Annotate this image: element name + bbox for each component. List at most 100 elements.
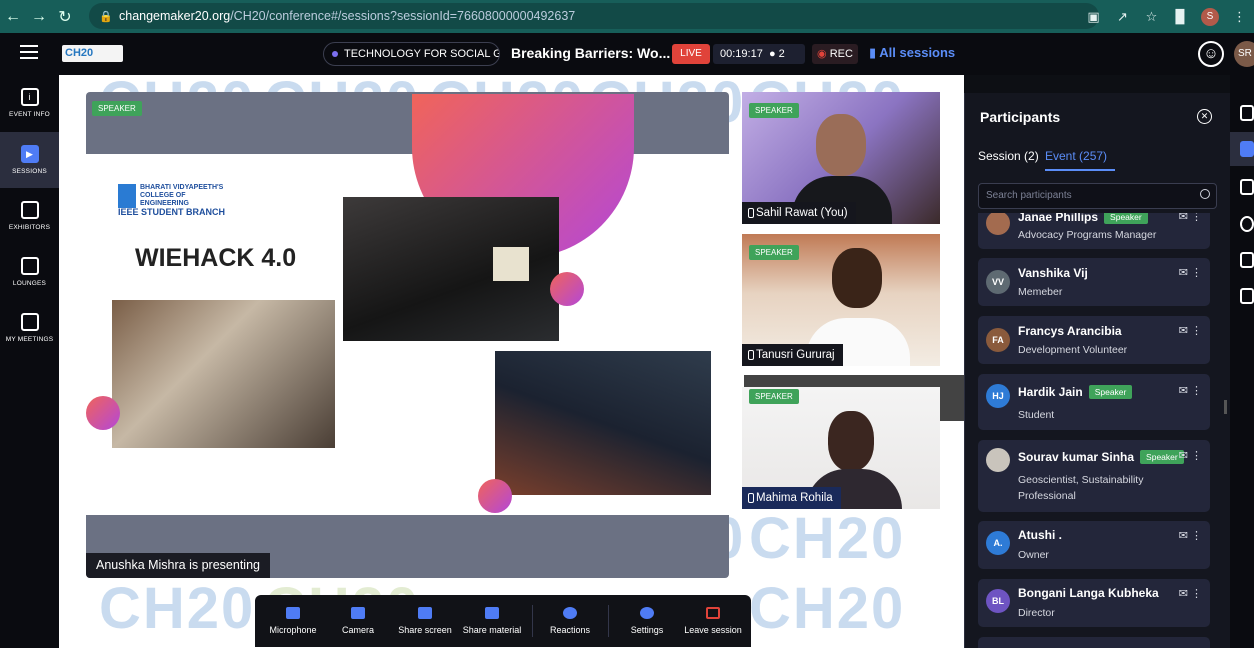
avatar: FA — [986, 328, 1010, 352]
store-icon — [20, 201, 39, 219]
control-label: Share screen — [398, 625, 452, 635]
left-nav: i EVENT INFO ▶ SESSIONS EXHIBITORS LOUNG… — [0, 75, 59, 648]
url-path: /CH20/conference#/sessions?sessionId=766… — [230, 9, 576, 23]
nav-my-meetings[interactable]: MY MEETINGS — [0, 300, 59, 356]
control-label: Reactions — [549, 625, 591, 635]
share-material-button[interactable]: Share material — [461, 595, 523, 647]
share-material-icon — [485, 607, 499, 619]
chat-icon[interactable]: ✉ ⋮ — [1179, 529, 1202, 542]
chat-icon[interactable]: ✉ ⋮ — [1179, 324, 1202, 337]
nav-exhibitors[interactable]: EXHIBITORS — [0, 188, 59, 244]
participant-video — [832, 248, 882, 308]
session-title: Breaking Barriers: Wo... — [511, 45, 671, 61]
smiley-icon — [563, 607, 577, 619]
participant-role: Memeber — [1018, 286, 1063, 298]
tab-event[interactable]: Event (257) — [1045, 149, 1107, 163]
speaker-badge: Speaker — [1088, 385, 1133, 399]
divider — [532, 605, 533, 637]
college-line: IEEE STUDENT BRANCH — [118, 207, 226, 217]
calendar-icon — [20, 313, 39, 331]
play-icon: ▶ — [20, 145, 39, 163]
share-screen-button[interactable]: Share screen — [393, 595, 457, 647]
person-icon[interactable] — [1240, 105, 1254, 121]
chat-icon[interactable] — [1240, 252, 1254, 268]
track-pill[interactable]: TECHNOLOGY FOR SOCIAL GO... — [323, 42, 500, 66]
info-icon: i — [20, 88, 39, 106]
list-item[interactable]: FA Francys Arancibia Development Volunte… — [978, 316, 1210, 364]
speaker-badge: SPEAKER — [749, 103, 799, 118]
search-input[interactable]: Search participants — [978, 183, 1217, 209]
camera-button[interactable]: Camera — [331, 595, 385, 647]
list-item[interactable]: VV Vanshika Vij Memeber ✉ ⋮ — [978, 258, 1210, 306]
chat-icon[interactable]: ✉ ⋮ — [1179, 384, 1202, 397]
participants-panel: Participants ✕ Session (2) Event (257) S… — [964, 93, 1230, 648]
participant-role: Development Volunteer — [1018, 344, 1128, 356]
accessibility-icon[interactable]: ☺ — [1198, 41, 1224, 67]
slide-title: WIEHACK 4.0 — [135, 244, 297, 272]
event-logo: CH20 — [62, 45, 123, 62]
video-tile[interactable]: SPEAKER Sahil Rawat (You) — [742, 92, 940, 224]
scrollbar[interactable] — [1224, 400, 1227, 414]
video-tile[interactable]: SPEAKER Mahima Rohila — [742, 387, 940, 509]
user-avatar[interactable]: SR — [1234, 41, 1254, 67]
participant-name-text: Janae Phillips — [1018, 213, 1099, 224]
question-icon[interactable] — [1240, 216, 1254, 232]
back-icon[interactable]: ← — [0, 0, 26, 33]
forward-icon[interactable]: → — [26, 0, 52, 33]
participant-video — [828, 411, 874, 471]
hamburger-menu-icon[interactable] — [20, 45, 38, 59]
chat-icon[interactable]: ✉ ⋮ — [1179, 587, 1202, 600]
camera-icon — [351, 607, 365, 619]
list-item[interactable] — [978, 637, 1210, 648]
control-label: Camera — [341, 625, 374, 635]
speaker-badge: SPEAKER — [749, 245, 799, 260]
menu-dots-icon[interactable]: ⋮ — [1225, 9, 1254, 25]
participant-name: Bongani Langa Kubheka — [1018, 586, 1159, 600]
address-bar[interactable]: 🔒 changemaker20.org /CH20/conference#/se… — [89, 3, 1099, 29]
nav-label: EXHIBITORS — [8, 224, 51, 231]
settings-button[interactable]: Settings — [617, 595, 677, 647]
bookmark-star-icon[interactable]: ☆ — [1137, 9, 1166, 25]
avatar: BL — [986, 589, 1010, 613]
active-tab-indicator — [1045, 169, 1115, 171]
list-item[interactable]: HJ Hardik Jain Speaker Student ✉ ⋮ — [978, 374, 1210, 430]
tab-session[interactable]: Session (2) — [978, 149, 1039, 163]
chat-icon[interactable]: ✉ ⋮ — [1179, 266, 1202, 279]
browser-toolbar: ← → ↻ 🔒 changemaker20.org /CH20/conferen… — [0, 0, 1254, 33]
participant-name: Hardik Jain Speaker — [1018, 385, 1133, 399]
list-item[interactable]: Sourav kumar Sinha Speaker Geoscientist, … — [978, 440, 1210, 512]
cast-icon[interactable]: ▣ — [1079, 9, 1108, 25]
lock-icon: 🔒 — [99, 10, 113, 23]
list-item[interactable]: Janae Phillips Speaker Advocacy Programs … — [978, 213, 1210, 249]
video-tile[interactable]: SPEAKER Tanusri Gururaj — [742, 234, 940, 366]
reload-icon[interactable]: ↻ — [52, 0, 78, 33]
leave-session-button[interactable]: Leave session — [681, 595, 745, 647]
nav-label: EVENT INFO — [9, 111, 50, 118]
share-icon[interactable]: ↗ — [1108, 9, 1137, 25]
list-item[interactable]: BL Bongani Langa Kubheka Director ✉ ⋮ — [978, 579, 1210, 627]
list-item[interactable]: A. Atushi . Owner ✉ ⋮ — [978, 521, 1210, 569]
all-sessions-link[interactable]: ▮ All sessions — [869, 45, 955, 61]
microphone-button[interactable]: Microphone — [263, 595, 323, 647]
nav-event-info[interactable]: i EVENT INFO — [0, 75, 59, 131]
close-icon[interactable]: ✕ — [1197, 109, 1212, 124]
nav-sessions[interactable]: ▶ SESSIONS — [0, 132, 59, 188]
profile-avatar[interactable]: S — [1201, 7, 1219, 26]
chat-icon[interactable]: ✉ ⋮ — [1179, 213, 1202, 223]
people-icon[interactable] — [1240, 141, 1254, 157]
nav-lounges[interactable]: LOUNGES — [0, 244, 59, 300]
reactions-button[interactable]: Reactions — [539, 595, 601, 647]
rec-badge[interactable]: ◉ REC — [812, 44, 858, 64]
participant-name: Sourav kumar Sinha Speaker — [1018, 450, 1184, 464]
participant-video — [816, 114, 866, 176]
exit-icon — [706, 607, 720, 619]
chart-icon[interactable] — [1240, 179, 1254, 195]
control-label: Share material — [462, 625, 522, 635]
participant-role: Owner — [1018, 549, 1049, 561]
search-icon[interactable] — [1200, 189, 1210, 199]
bot-icon[interactable] — [1240, 288, 1254, 304]
sidebar-icon[interactable]: ▉ — [1166, 9, 1195, 25]
attendee-count: 2 — [778, 48, 785, 60]
chat-icon[interactable]: ✉ ⋮ — [1179, 449, 1202, 462]
avatar: HJ — [986, 384, 1010, 408]
